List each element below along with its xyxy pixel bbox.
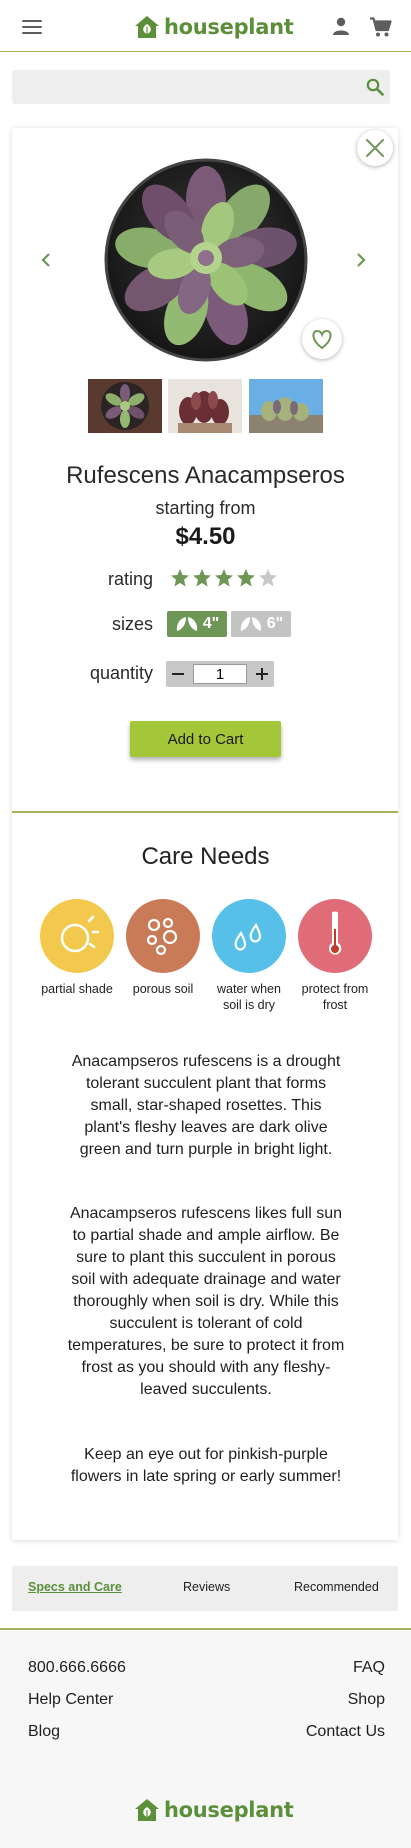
- footer-contact-link[interactable]: Contact Us: [306, 1723, 385, 1741]
- house-leaf-logo-icon: [135, 1799, 159, 1821]
- tab-recommended[interactable]: Recommended: [294, 1580, 379, 1594]
- search-bar: [12, 70, 390, 104]
- product-name: Rufescens Anacampseros: [66, 462, 345, 489]
- care-item-label: partial shade: [41, 982, 113, 996]
- leaf-icon: [176, 617, 197, 631]
- next-image-arrow-icon[interactable]: [354, 250, 368, 270]
- description-paragraph-3: Keep an eye out for pinkish-purple flowe…: [70, 1446, 342, 1485]
- site-logo[interactable]: houseplant: [134, 12, 294, 42]
- care-item-frost: protect from frost: [292, 899, 378, 1013]
- soil-icon: [126, 899, 200, 973]
- size-label: 4": [202, 615, 220, 632]
- product-price: $4.50: [175, 523, 236, 550]
- description-paragraph-2: Anacampseros rufescens likes full sun to…: [67, 1205, 345, 1398]
- product-main-image: [104, 158, 308, 362]
- logo-text: houseplant: [164, 15, 294, 39]
- footer-logo[interactable]: houseplant: [134, 1798, 294, 1822]
- footer-logo-text: houseplant: [164, 1798, 294, 1822]
- tab-specs-and-care[interactable]: Specs and Care: [28, 1580, 122, 1594]
- site-header: houseplant: [0, 0, 411, 52]
- star-filled-icon: [171, 569, 189, 587]
- section-divider: [12, 811, 398, 813]
- quantity-input[interactable]: [193, 664, 247, 684]
- star-filled-icon: [215, 569, 233, 587]
- rating-label: rating: [107, 569, 153, 589]
- footer-blog-link[interactable]: Blog: [28, 1723, 60, 1741]
- size-label: 6": [266, 615, 284, 632]
- favorite-button[interactable]: [302, 319, 342, 359]
- care-item-partial-shade: partial shade: [34, 899, 120, 997]
- minus-icon: [172, 673, 184, 675]
- add-to-cart-button[interactable]: Add to Cart: [130, 721, 281, 757]
- star-filled-icon: [193, 569, 211, 587]
- product-thumbnail-2[interactable]: [168, 379, 242, 433]
- star-filled-icon: [237, 569, 255, 587]
- previous-image-arrow-icon[interactable]: [39, 250, 53, 270]
- hamburger-menu-icon[interactable]: [22, 20, 42, 34]
- care-item-label: water when soil is dry: [217, 982, 281, 1012]
- water-drops-icon: [212, 899, 286, 973]
- close-icon: [366, 139, 384, 157]
- product-thumbnail-1[interactable]: [88, 379, 162, 433]
- quantity-label: quantity: [89, 663, 153, 683]
- description-paragraph-1: Anacampseros rufescens is a drought tole…: [71, 1053, 341, 1158]
- plus-icon: [256, 668, 268, 680]
- star-empty-icon: [259, 569, 277, 587]
- tab-reviews[interactable]: Reviews: [183, 1580, 230, 1594]
- search-icon[interactable]: [366, 78, 384, 96]
- user-icon[interactable]: [332, 17, 350, 35]
- shopping-cart-icon[interactable]: [370, 17, 392, 37]
- house-leaf-logo-icon: [135, 16, 159, 38]
- quantity-stepper: [166, 661, 274, 687]
- care-item-porous-soil: porous soil: [120, 899, 206, 997]
- footer-help-center-link[interactable]: Help Center: [28, 1691, 113, 1709]
- leaf-icon: [240, 617, 261, 631]
- size-option-4-inch[interactable]: 4": [167, 611, 227, 637]
- rating-stars: [170, 568, 278, 588]
- care-item-label: protect from frost: [301, 982, 369, 1012]
- care-item-label: porous soil: [132, 982, 194, 996]
- product-tabs: Specs and Care Reviews Recommended: [12, 1566, 398, 1611]
- care-item-water: water when soil is dry: [206, 899, 292, 1013]
- sun-icon: [40, 899, 114, 973]
- footer-shop-link[interactable]: Shop: [348, 1691, 385, 1709]
- sizes-label: sizes: [111, 614, 153, 634]
- heart-icon: [312, 329, 332, 350]
- care-needs-title: Care Needs: [141, 843, 270, 870]
- close-button[interactable]: [357, 130, 393, 166]
- starting-from-label: starting from: [155, 498, 256, 518]
- quantity-increase-button[interactable]: [250, 661, 274, 687]
- quantity-decrease-button[interactable]: [166, 661, 190, 687]
- footer-faq-link[interactable]: FAQ: [353, 1659, 385, 1677]
- footer-phone-link[interactable]: 800.666.6666: [28, 1659, 126, 1677]
- size-option-6-inch[interactable]: 6": [231, 611, 291, 637]
- thermometer-icon: [298, 899, 372, 973]
- search-input[interactable]: [12, 70, 352, 104]
- product-thumbnail-3[interactable]: [249, 379, 323, 433]
- site-footer: 800.666.6666 Help Center Blog FAQ Shop C…: [0, 1630, 411, 1848]
